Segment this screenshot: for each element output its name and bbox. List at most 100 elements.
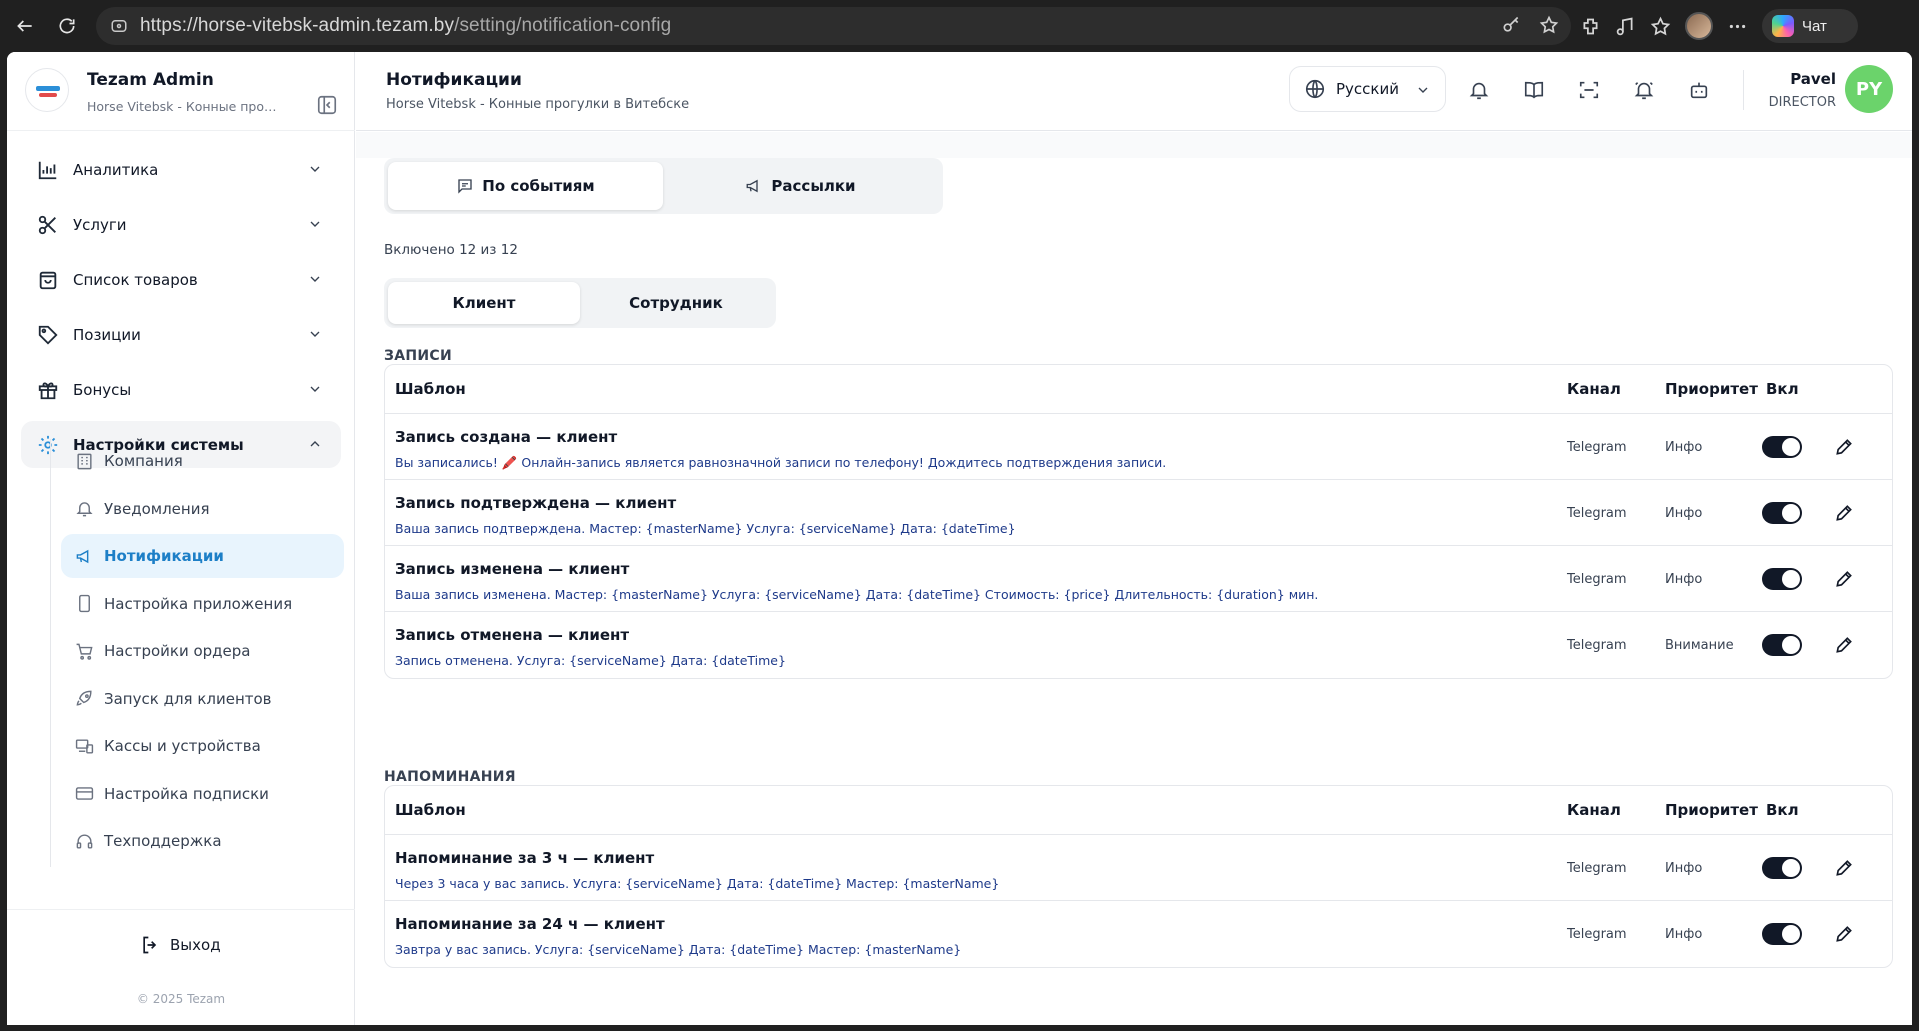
sidebar-item-alerts[interactable]: Уведомления bbox=[61, 487, 344, 531]
sidebar-item-products[interactable]: Список товаров bbox=[21, 256, 341, 303]
collapse-sidebar-icon[interactable] bbox=[316, 94, 338, 116]
language-select[interactable]: Русский bbox=[1289, 66, 1446, 112]
enabled-toggle[interactable] bbox=[1762, 923, 1802, 945]
url-host: https://horse-vitebsk-admin.tezam.by bbox=[140, 15, 455, 36]
priority-cell: Инфо bbox=[1665, 506, 1703, 521]
content-panel: По событиям Рассылки Включено 12 из 12 К… bbox=[356, 158, 1912, 1025]
page-header: Нотификации Horse Vitebsk - Конные прогу… bbox=[356, 52, 1912, 131]
site-info-icon[interactable] bbox=[110, 17, 128, 35]
key-icon[interactable] bbox=[1501, 15, 1521, 35]
sidebar-item-subscription[interactable]: Настройка подписки bbox=[61, 772, 344, 816]
sidebar-item-analytics[interactable]: Аналитика bbox=[21, 146, 341, 193]
sidebar-item-label: Услуги bbox=[73, 215, 127, 234]
chevron-down-icon bbox=[310, 276, 320, 282]
enabled-count: Включено 12 из 12 bbox=[384, 242, 518, 258]
extensions-icon[interactable] bbox=[1580, 16, 1601, 37]
back-button[interactable] bbox=[8, 9, 42, 43]
sidebar-item-registers[interactable]: Кассы и устройства bbox=[61, 724, 344, 768]
priority-cell: Внимание bbox=[1665, 638, 1734, 653]
building-icon bbox=[77, 453, 92, 469]
tab-client[interactable]: Клиент bbox=[388, 282, 580, 324]
more-icon[interactable] bbox=[1727, 16, 1748, 37]
brand-name: Tezam Admin bbox=[87, 70, 214, 90]
sidebar-item-label: Настройка подписки bbox=[104, 784, 269, 803]
sidebar-item-positions[interactable]: Позиции bbox=[21, 311, 341, 358]
enabled-toggle[interactable] bbox=[1762, 436, 1802, 458]
language-value: Русский bbox=[1336, 80, 1399, 98]
table-row: Запись создана — клиент Вы записались! 🖍… bbox=[385, 414, 1892, 480]
pencil-icon[interactable] bbox=[1834, 503, 1854, 523]
pencil-icon[interactable] bbox=[1834, 858, 1854, 878]
url-text: https://horse-vitebsk-admin.tezam.by/set… bbox=[140, 15, 671, 37]
channel-cell: Telegram bbox=[1567, 572, 1627, 587]
priority-cell: Инфо bbox=[1665, 861, 1703, 876]
sidebar-item-app-settings[interactable]: Настройка приложения bbox=[61, 582, 344, 626]
address-bar[interactable]: https://horse-vitebsk-admin.tezam.by/set… bbox=[96, 7, 1571, 45]
section-title: ЗАПИСИ bbox=[384, 348, 453, 364]
enabled-toggle[interactable] bbox=[1762, 857, 1802, 879]
enabled-toggle[interactable] bbox=[1762, 634, 1802, 656]
chevron-down-icon bbox=[310, 386, 320, 392]
sidebar-item-label: Позиции bbox=[73, 325, 141, 344]
chevron-down-icon bbox=[1418, 87, 1428, 93]
url-path: /setting/notification-config bbox=[454, 15, 672, 36]
column-header-template: Шаблон bbox=[395, 801, 466, 819]
copyright: © 2025 Tezam bbox=[136, 992, 226, 1006]
template-text: Через 3 часа у вас запись. Услуга: {serv… bbox=[395, 876, 1000, 891]
pencil-icon[interactable] bbox=[1834, 635, 1854, 655]
sidebar-item-order-settings[interactable]: Настройки ордера bbox=[61, 629, 344, 673]
enabled-toggle[interactable] bbox=[1762, 502, 1802, 524]
sidebar-item-client-launch[interactable]: Запуск для клиентов bbox=[61, 677, 344, 721]
bell-icon bbox=[76, 502, 93, 517]
logout-label: Выход bbox=[170, 936, 221, 954]
reminders-table: Шаблон Канал Приоритет Вкл Напоминание з… bbox=[384, 785, 1893, 968]
phone-icon bbox=[79, 594, 90, 613]
pencil-icon[interactable] bbox=[1834, 437, 1854, 457]
scan-icon[interactable] bbox=[1578, 79, 1600, 101]
reload-icon bbox=[59, 18, 75, 34]
bot-icon[interactable] bbox=[1688, 79, 1710, 101]
book-icon[interactable] bbox=[1523, 79, 1545, 101]
pencil-icon[interactable] bbox=[1834, 924, 1854, 944]
column-header-enabled: Вкл bbox=[1766, 380, 1799, 398]
chat-button[interactable]: Чат bbox=[1762, 9, 1858, 43]
column-header-enabled: Вкл bbox=[1766, 801, 1799, 819]
sidebar-item-company[interactable]: Компания bbox=[61, 439, 344, 483]
sidebar-item-support[interactable]: Техподдержка bbox=[61, 819, 344, 863]
chart-icon bbox=[38, 161, 57, 179]
template-text: Ваша запись изменена. Мастер: {masterNam… bbox=[395, 587, 1319, 602]
tab-by-events[interactable]: По событиям bbox=[388, 162, 663, 210]
bell-ring-icon[interactable] bbox=[1633, 79, 1655, 101]
pencil-icon[interactable] bbox=[1834, 569, 1854, 589]
star-icon[interactable] bbox=[1539, 15, 1559, 35]
table-row: Запись отменена — клиент Запись отменена… bbox=[385, 612, 1892, 678]
music-icon[interactable] bbox=[1615, 16, 1636, 37]
template-title: Запись подтверждена — клиент bbox=[395, 494, 677, 512]
user-avatar[interactable]: PY bbox=[1845, 65, 1893, 113]
logout-button[interactable]: Выход bbox=[140, 935, 221, 955]
table-header: Шаблон Канал Приоритет Вкл bbox=[385, 786, 1892, 835]
channel-cell: Telegram bbox=[1567, 506, 1627, 521]
favorites-icon[interactable] bbox=[1650, 16, 1671, 37]
sidebar-item-notifications[interactable]: Нотификации bbox=[61, 534, 344, 578]
chevron-down-icon bbox=[310, 166, 320, 172]
tab-employee[interactable]: Сотрудник bbox=[580, 282, 772, 324]
bell-icon[interactable] bbox=[1468, 79, 1490, 101]
app-window: Tezam Admin Horse Vitebsk - Конные прогу… bbox=[7, 52, 1912, 1025]
reload-button[interactable] bbox=[50, 9, 84, 43]
enabled-toggle[interactable] bbox=[1762, 568, 1802, 590]
column-header-channel: Канал bbox=[1567, 801, 1621, 819]
template-text: Ваша запись подтверждена. Мастер: {maste… bbox=[395, 521, 1016, 536]
table-row: Запись изменена — клиент Ваша запись изм… bbox=[385, 546, 1892, 612]
table-row: Напоминание за 3 ч — клиент Через 3 часа… bbox=[385, 835, 1892, 901]
channel-cell: Telegram bbox=[1567, 638, 1627, 653]
sidebar-item-bonuses[interactable]: Бонусы bbox=[21, 366, 341, 413]
logout-icon bbox=[143, 936, 157, 954]
sidebar-item-services[interactable]: Услуги bbox=[21, 201, 341, 248]
sidebar-item-label: Нотификации bbox=[104, 547, 224, 565]
sidebar: Tezam Admin Horse Vitebsk - Конные прогу… bbox=[7, 52, 355, 1025]
tab-mailings[interactable]: Рассылки bbox=[663, 162, 938, 210]
sidebar-item-label: Запуск для клиентов bbox=[104, 689, 272, 708]
column-header-template: Шаблон bbox=[395, 380, 466, 398]
profile-avatar[interactable] bbox=[1685, 12, 1713, 40]
